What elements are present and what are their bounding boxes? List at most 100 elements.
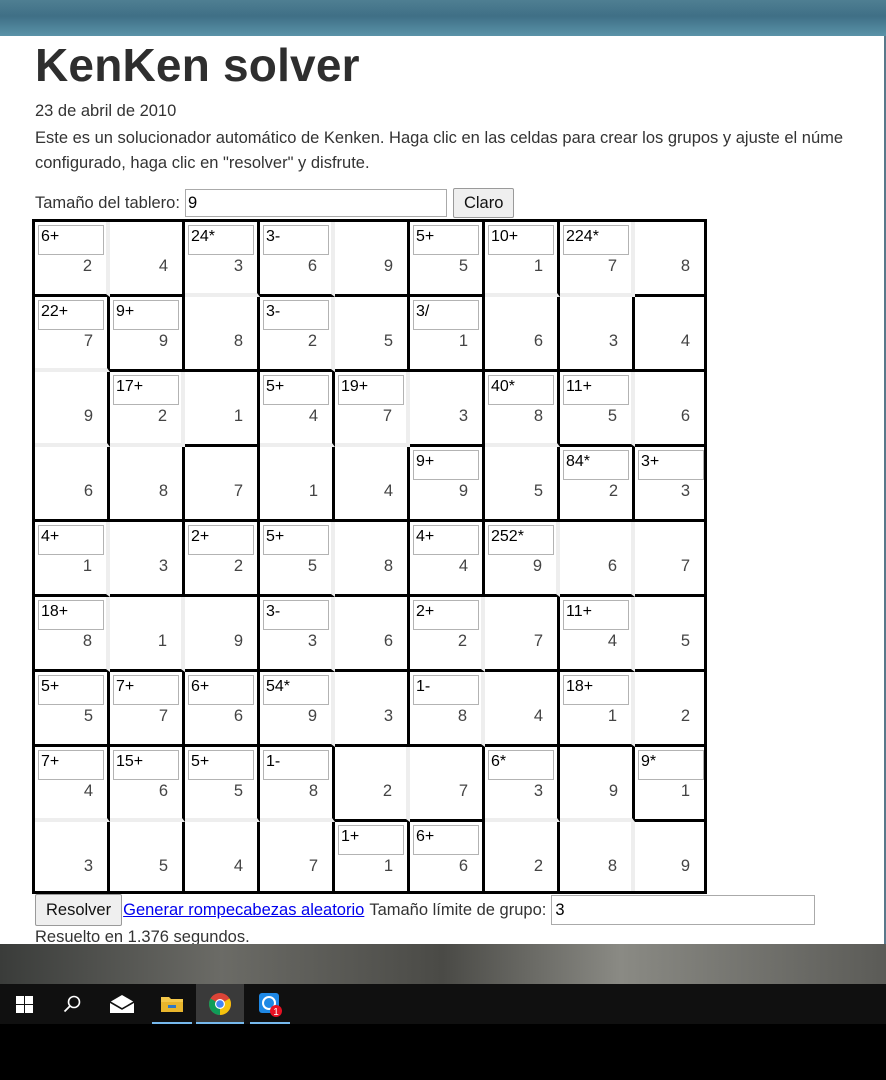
cage-label-input[interactable]: 1-: [413, 675, 479, 705]
board-cell[interactable]: 2: [485, 822, 560, 891]
group-limit-input[interactable]: [551, 895, 816, 925]
board-cell[interactable]: 3+ 3: [635, 447, 704, 522]
board-cell[interactable]: 11+ 4: [560, 597, 635, 672]
board-cell[interactable]: 7+ 4: [35, 747, 110, 822]
board-cell[interactable]: 3- 6: [260, 222, 335, 297]
board-cell[interactable]: 2: [335, 747, 410, 822]
cage-label-input[interactable]: 1+: [338, 825, 404, 855]
board-cell[interactable]: 9: [335, 222, 410, 297]
board-cell[interactable]: 6+ 2: [35, 222, 110, 297]
cage-label-input[interactable]: 3-: [263, 225, 329, 255]
cage-label-input[interactable]: 7+: [113, 675, 179, 705]
board-cell[interactable]: 1: [110, 597, 185, 672]
board-cell[interactable]: 9* 1: [635, 747, 704, 822]
clear-button[interactable]: Claro: [452, 188, 515, 218]
board-cell[interactable]: 8: [185, 297, 260, 372]
cage-label-input[interactable]: 11+: [563, 600, 629, 630]
board-cell[interactable]: 5+ 4: [260, 372, 335, 447]
board-cell[interactable]: 5+ 5: [410, 222, 485, 297]
board-cell[interactable]: 3- 3: [260, 597, 335, 672]
cage-label-input[interactable]: 5+: [413, 225, 479, 255]
board-cell[interactable]: 9: [185, 597, 260, 672]
board-cell[interactable]: 6: [560, 522, 635, 597]
board-cell[interactable]: 6: [335, 597, 410, 672]
cage-label-input[interactable]: 11+: [563, 375, 629, 405]
board-cell[interactable]: 9+ 9: [410, 447, 485, 522]
board-cell[interactable]: 8: [110, 447, 185, 522]
board-cell[interactable]: 2+ 2: [185, 522, 260, 597]
board-cell[interactable]: 8: [560, 822, 635, 891]
board-cell[interactable]: 6: [635, 372, 704, 447]
cage-label-input[interactable]: 5+: [263, 375, 329, 405]
board-cell[interactable]: 2+ 2: [410, 597, 485, 672]
cage-label-input[interactable]: 3/: [413, 300, 479, 330]
random-puzzle-link[interactable]: Generar rompecabezas aleatorio: [123, 901, 364, 920]
board-cell[interactable]: 3: [410, 372, 485, 447]
chrome-button[interactable]: [196, 984, 244, 1024]
cage-label-input[interactable]: 40*: [488, 375, 554, 405]
cage-label-input[interactable]: 3-: [263, 600, 329, 630]
mail-button[interactable]: [98, 984, 146, 1024]
board-cell[interactable]: 5+ 5: [185, 747, 260, 822]
board-cell[interactable]: 40* 8: [485, 372, 560, 447]
board-cell[interactable]: 3- 2: [260, 297, 335, 372]
board-cell[interactable]: 9+ 9: [110, 297, 185, 372]
cage-label-input[interactable]: 18+: [563, 675, 629, 705]
board-cell[interactable]: 1: [185, 372, 260, 447]
board-cell[interactable]: 54* 9: [260, 672, 335, 747]
board-cell[interactable]: 9: [635, 822, 704, 891]
search-button[interactable]: [48, 984, 96, 1024]
cage-label-input[interactable]: 6+: [413, 825, 479, 855]
board-cell[interactable]: 1- 8: [260, 747, 335, 822]
cage-label-input[interactable]: 1-: [263, 750, 329, 780]
board-cell[interactable]: 5+ 5: [35, 672, 110, 747]
solve-button[interactable]: Resolver: [35, 894, 123, 926]
board-cell[interactable]: 18+ 1: [560, 672, 635, 747]
cage-label-input[interactable]: 2+: [188, 525, 254, 555]
board-cell[interactable]: 1+ 1: [335, 822, 410, 891]
board-cell[interactable]: 7: [185, 447, 260, 522]
cage-label-input[interactable]: 3+: [638, 450, 704, 480]
cage-label-input[interactable]: 5+: [38, 675, 104, 705]
cage-label-input[interactable]: 19+: [338, 375, 404, 405]
cage-label-input[interactable]: 9+: [113, 300, 179, 330]
board-cell[interactable]: 224* 7: [560, 222, 635, 297]
board-cell[interactable]: 7: [260, 822, 335, 891]
board-cell[interactable]: 6: [35, 447, 110, 522]
board-cell[interactable]: 10+ 1: [485, 222, 560, 297]
board-cell[interactable]: 4: [485, 672, 560, 747]
board-cell[interactable]: 5: [335, 297, 410, 372]
board-cell[interactable]: 3: [560, 297, 635, 372]
board-cell[interactable]: 4: [185, 822, 260, 891]
board-cell[interactable]: 3: [35, 822, 110, 891]
board-cell[interactable]: 4+ 1: [35, 522, 110, 597]
cage-label-input[interactable]: 15+: [113, 750, 179, 780]
cage-label-input[interactable]: 24*: [188, 225, 254, 255]
board-cell[interactable]: 3/1: [410, 297, 485, 372]
board-cell[interactable]: 84* 2: [560, 447, 635, 522]
cage-label-input[interactable]: 9*: [638, 750, 704, 780]
board-size-input[interactable]: [184, 189, 447, 217]
board-cell[interactable]: 7: [635, 522, 704, 597]
board-cell[interactable]: 3: [110, 522, 185, 597]
board-cell[interactable]: 15+ 6: [110, 747, 185, 822]
board-cell[interactable]: 1- 8: [410, 672, 485, 747]
board-cell[interactable]: 5: [110, 822, 185, 891]
board-cell[interactable]: 19+ 7: [335, 372, 410, 447]
board-cell[interactable]: 17+ 2: [110, 372, 185, 447]
cage-label-input[interactable]: 17+: [113, 375, 179, 405]
board-cell[interactable]: 6* 3: [485, 747, 560, 822]
cage-label-input[interactable]: 4+: [413, 525, 479, 555]
board-cell[interactable]: 4+ 4: [410, 522, 485, 597]
board-cell[interactable]: 5: [485, 447, 560, 522]
cage-label-input[interactable]: 4+: [38, 525, 104, 555]
board-cell[interactable]: 4: [335, 447, 410, 522]
cage-label-input[interactable]: 3-: [263, 300, 329, 330]
board-cell[interactable]: 5: [635, 597, 704, 672]
board-cell[interactable]: 9: [35, 372, 110, 447]
cage-label-input[interactable]: 7+: [38, 750, 104, 780]
cage-label-input[interactable]: 10+: [488, 225, 554, 255]
board-cell[interactable]: 8: [635, 222, 704, 297]
app-button[interactable]: 1: [246, 984, 294, 1024]
cage-label-input[interactable]: 252*: [488, 525, 554, 555]
